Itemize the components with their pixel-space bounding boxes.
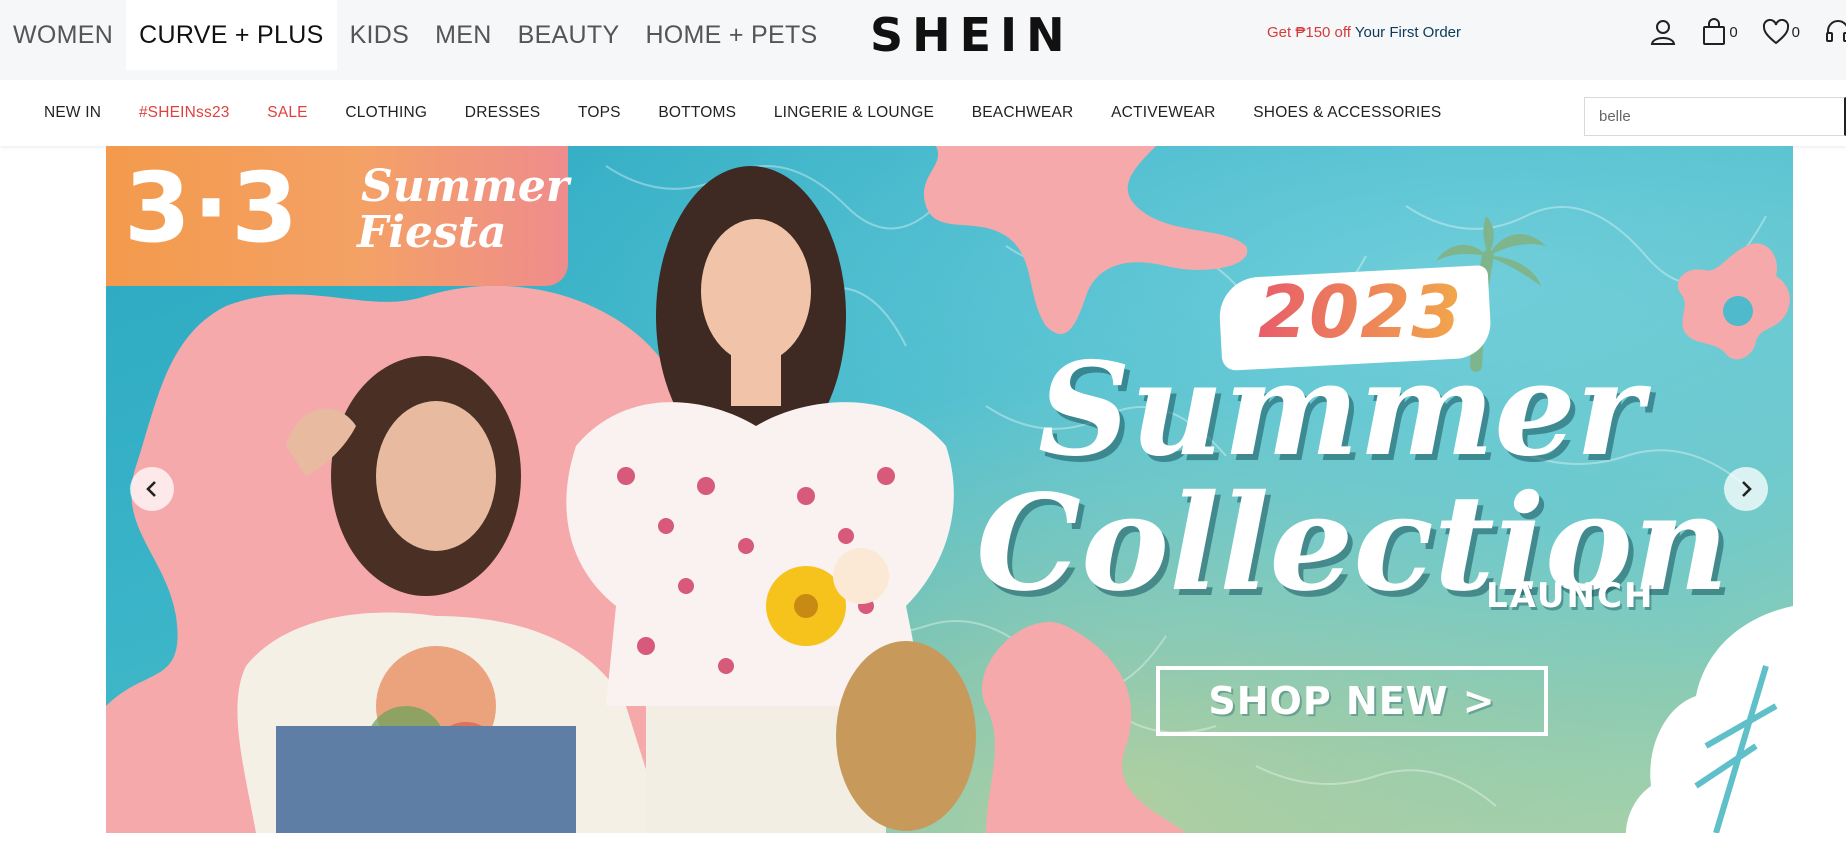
nav-clothing[interactable]: CLOTHING <box>345 104 427 122</box>
fiesta-badge: 3·3 Summer Fiesta <box>106 146 570 286</box>
promo-banner[interactable]: Get ₱150 off Your First Order <box>1267 24 1461 41</box>
chevron-left-icon <box>146 481 156 497</box>
user-icon <box>1651 20 1676 45</box>
carousel-prev-button[interactable] <box>130 467 174 511</box>
nav-items: NEW IN #SHEINss23 SALE CLOTHING DRESSES … <box>44 80 1479 146</box>
search-input[interactable] <box>1584 97 1846 136</box>
headset-icon <box>1826 20 1846 42</box>
heart-icon <box>1762 19 1789 45</box>
cart-button[interactable]: 0 <box>1701 18 1738 46</box>
shop-new-button[interactable]: SHOP NEW > <box>1156 666 1548 736</box>
headline-line-1: Summer <box>1038 335 1644 485</box>
nav-new-in[interactable]: NEW IN <box>44 104 101 122</box>
promo-text: Your First Order <box>1350 24 1461 41</box>
nav-beachwear[interactable]: BEACHWEAR <box>972 104 1074 122</box>
nav-tops[interactable]: TOPS <box>578 104 621 122</box>
pink-starfish-top <box>923 146 1248 335</box>
tab-kids[interactable]: KIDS <box>337 0 423 70</box>
nav-lingerie-lounge[interactable]: LINGERIE & LOUNGE <box>774 104 934 122</box>
tab-women[interactable]: WOMEN <box>0 0 126 70</box>
badge-line-1: Summer <box>361 161 570 212</box>
banner-headline: Summer Collection <box>976 346 1729 610</box>
category-tabs: WOMEN CURVE + PLUS KIDS MEN BEAUTY HOME … <box>0 0 831 70</box>
tab-home-pets[interactable]: HOME + PETS <box>632 0 830 70</box>
top-bar: WOMEN CURVE + PLUS KIDS MEN BEAUTY HOME … <box>0 0 1846 80</box>
tab-men[interactable]: MEN <box>422 0 504 70</box>
hero-banner[interactable]: 3·3 Summer Fiesta 2023 Summer Collection… <box>106 146 1793 833</box>
tab-curve-plus[interactable]: CURVE + PLUS <box>126 0 337 70</box>
chevron-right-icon <box>1742 481 1752 497</box>
wishlist-button[interactable]: 0 <box>1762 19 1800 45</box>
banner-subline: LAUNCH <box>1486 576 1655 616</box>
account-button[interactable] <box>1649 18 1677 46</box>
cart-count: 0 <box>1729 23 1738 41</box>
wishlist-count: 0 <box>1791 23 1800 41</box>
monstera-leaf <box>1626 606 1793 833</box>
nav-bottoms[interactable]: BOTTOMS <box>658 104 736 122</box>
nav-dresses[interactable]: DRESSES <box>465 104 540 122</box>
carousel-next-button[interactable] <box>1724 467 1768 511</box>
promo-highlight: Get ₱150 off <box>1267 24 1351 41</box>
nav-activewear[interactable]: ACTIVEWEAR <box>1111 104 1215 122</box>
bag-icon <box>1703 18 1726 45</box>
support-button[interactable] <box>1824 18 1846 46</box>
main-nav: NEW IN #SHEINss23 SALE CLOTHING DRESSES … <box>0 80 1846 146</box>
header-icons: 0 0 <box>1625 18 1846 46</box>
shein-logo[interactable]: SHEIN <box>870 8 1074 62</box>
nav-sheinss23[interactable]: #SHEINss23 <box>139 104 230 122</box>
tab-beauty[interactable]: BEAUTY <box>505 0 633 70</box>
badge-title: Summer Fiesta <box>357 161 570 256</box>
badge-line-2: Fiesta <box>357 207 507 259</box>
nav-sale[interactable]: SALE <box>267 104 307 122</box>
badge-date: 3·3 <box>124 152 301 264</box>
nav-shoes-accessories[interactable]: SHOES & ACCESSORIES <box>1253 104 1441 122</box>
